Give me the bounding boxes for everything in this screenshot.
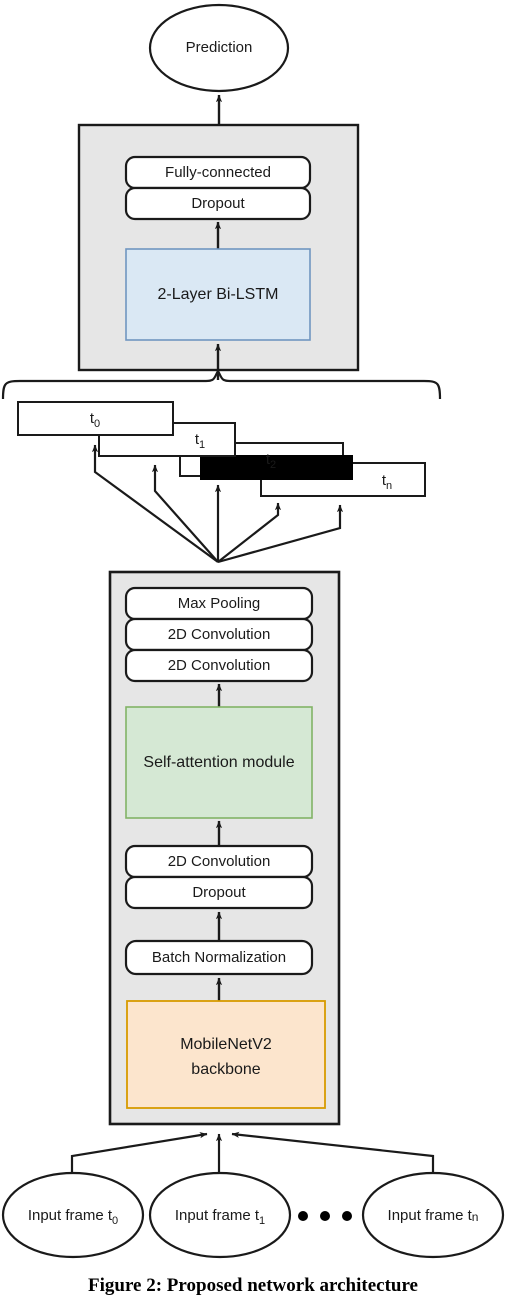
input-frame-t1-label: Input frame t1 bbox=[175, 1207, 265, 1227]
ellipsis-dot-3 bbox=[342, 1211, 352, 1221]
inputs-to-cnn-arrows bbox=[70, 1131, 435, 1172]
input-frames: Input frame t0 Input frame t1 Input fram… bbox=[1, 1171, 505, 1259]
figure-container: Prediction Fully-connected Dropout 2-Lay… bbox=[0, 0, 506, 1298]
layer-self-attention-label: Self-attention module bbox=[143, 754, 294, 771]
timestep-slabs: tn t2 t1 t0 bbox=[17, 401, 426, 497]
arrow-frame-tn-to-cnn bbox=[231, 1131, 435, 1172]
layer-mobilenetv2-label-line2: backbone bbox=[191, 1061, 260, 1078]
layer-bilstm-label: 2-Layer Bi-LSTM bbox=[158, 286, 279, 303]
layer-mobilenetv2-box bbox=[126, 1000, 326, 1109]
ellipsis-dot-2 bbox=[320, 1211, 330, 1221]
layer-max-pooling-label: Max Pooling bbox=[178, 595, 261, 612]
input-frame-t0-label: Input frame t0 bbox=[28, 1207, 118, 1227]
layer-dropout-top-label: Dropout bbox=[191, 195, 245, 212]
prediction-label: Prediction bbox=[186, 39, 253, 56]
temporal-module: Fully-connected Dropout 2-Layer Bi-LSTM bbox=[77, 123, 360, 372]
timestep-occluder-bar-front bbox=[200, 455, 353, 480]
ellipsis-dots bbox=[298, 1211, 352, 1221]
layer-conv2d-second-label: 2D Convolution bbox=[168, 657, 271, 674]
layer-batch-normalization-label: Batch Normalization bbox=[152, 949, 286, 966]
layer-mobilenetv2-label-line1: MobileNetV2 bbox=[180, 1036, 272, 1053]
ellipsis-dot-1 bbox=[298, 1211, 308, 1221]
feature-extractor-module: Max Pooling 2D Convolution 2D Convolutio… bbox=[108, 570, 341, 1126]
layer-dropout-bottom-label: Dropout bbox=[192, 884, 246, 901]
prediction-node: Prediction bbox=[148, 3, 290, 93]
network-architecture-diagram: Prediction Fully-connected Dropout 2-Lay… bbox=[1, 3, 505, 1259]
input-frame-tn-label: Input frame tn bbox=[388, 1207, 479, 1224]
layer-fully-connected-label: Fully-connected bbox=[165, 164, 271, 181]
timesteps-brace bbox=[1, 368, 442, 400]
brace-path bbox=[1, 368, 442, 400]
arrow-frame-t0-to-cnn bbox=[70, 1132, 208, 1172]
layer-conv2d-top-label: 2D Convolution bbox=[168, 626, 271, 643]
layer-conv2d-third-label: 2D Convolution bbox=[168, 853, 271, 870]
figure-caption: Figure 2: Proposed network architecture bbox=[88, 1275, 418, 1296]
